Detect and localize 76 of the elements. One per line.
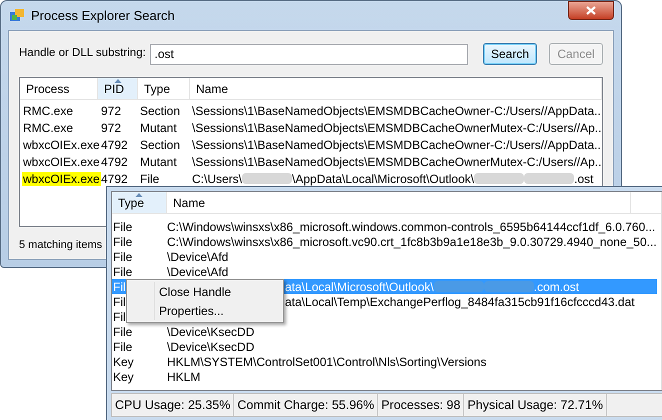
sort-arrow-icon xyxy=(114,79,121,83)
name-text: .ost xyxy=(574,170,594,188)
name-text: \Device\Afd xyxy=(167,248,228,266)
result-row[interactable]: wbxcOIEx.exe4792 Mutant \Sessions\1\BaseNamedObjects\EMSMDBCacheOwnerMutex-C:/Users//Ap... xyxy=(20,153,602,170)
process-name: RMC.exe xyxy=(22,120,74,134)
status-pane: CPU Usage: 25.35% xyxy=(112,394,234,416)
name-text: \Sessions\1\BaseNamedObjects\EMSMDBCacheOwner-C:/Users/ xyxy=(192,102,544,120)
name-text: /AppData... xyxy=(544,136,602,154)
name-text: \AppData\Local\Microsoft\Outlook\ xyxy=(292,170,474,188)
type-cell-text: Fil xyxy=(112,294,127,310)
column-header[interactable]: Name xyxy=(190,78,602,99)
blurred-block xyxy=(434,281,484,292)
column-header[interactable]: Name xyxy=(167,192,631,213)
process-name: wbxcOIEx.exe xyxy=(22,138,101,152)
status-pane: Physical Usage: 72.71% xyxy=(464,394,607,416)
process-name: wbxcOIEx.exe xyxy=(22,154,101,168)
name-text: \Device\Afd xyxy=(167,264,228,280)
process-name: RMC.exe xyxy=(22,104,74,118)
type-cell-text: File xyxy=(112,324,134,340)
name-text: ata\Local\Microsoft\Outlook\ xyxy=(285,278,434,296)
result-row[interactable]: wbxcOIEx.exe4792 Section \Sessions\1\BaseNamedObjects\EMSMDBCacheOwner-C:/Users//AppData... xyxy=(20,136,602,153)
name-text: \Sessions\1\BaseNamedObjects\EMSMDBCacheOwnerMutex-C:/Users/ xyxy=(192,154,577,170)
status-pane: Commit Charge: 55.96% xyxy=(234,394,378,416)
close-icon xyxy=(586,6,596,15)
sort-arrow-icon xyxy=(136,193,142,197)
search-button[interactable]: Search xyxy=(483,43,537,65)
column-header[interactable]: Type xyxy=(138,78,190,99)
type-cell-text: Mutant xyxy=(139,120,178,136)
status-pane: Processes: 98 xyxy=(378,394,464,416)
blurred-block xyxy=(474,173,524,184)
menu-item[interactable]: Properties... xyxy=(155,301,283,320)
result-row[interactable]: wbxcOIEx.exe4792 File C:\Users\ \AppData\Local\Microsoft\Outlook\ .ost xyxy=(20,170,602,187)
pid-cell-text: 4792 xyxy=(100,170,129,188)
type-cell-text: Section xyxy=(139,102,182,120)
name-text: C:\Windows\winsxs\x86_microsoft.vc90.crt_1fc8b3b9a1e18e3b_9.0.30729.4940_none_50... xyxy=(167,234,657,250)
status-text: 5 matching items xyxy=(19,238,102,252)
pid-cell-text: 972 xyxy=(100,102,122,120)
result-row[interactable]: RMC.exe 972 Section \Sessions\1\BaseNamedObjects\EMSMDBCacheOwner-C:/Users//AppData... xyxy=(20,102,602,119)
type-cell-text: File xyxy=(112,218,134,236)
name-text: /Ap... xyxy=(576,154,602,170)
column-header[interactable]: Type xyxy=(112,192,167,213)
type-cell-text: File xyxy=(112,234,134,250)
type-cell-text: Mutant xyxy=(139,154,178,170)
type-cell-text: File xyxy=(112,248,134,266)
type-cell-text: Section xyxy=(139,136,182,154)
name-text: /AppData... xyxy=(544,102,602,120)
blurred-block xyxy=(524,173,574,184)
window-title: Process Explorer Search xyxy=(31,6,175,25)
name-text: \Sessions\1\BaseNamedObjects\EMSMDBCacheOwner-C:/Users/ xyxy=(192,136,544,154)
type-cell-text: File xyxy=(139,170,160,188)
name-text: HKLM\SYSTEM\ControlSet001\Control\Nls\Sorting\Versions xyxy=(167,354,486,370)
type-cell-text: Key xyxy=(112,368,135,386)
name-text: /Ap... xyxy=(576,120,602,136)
result-row[interactable]: RMC.exe 972 Mutant \Sessions\1\BaseNamedObjects\EMSMDBCacheOwnerMutex-C:/Users//Ap... xyxy=(20,119,602,136)
type-cell-text: Key xyxy=(112,354,135,370)
substring-field[interactable]: .ost xyxy=(150,44,468,64)
pid-cell-text: 4792 xyxy=(100,154,129,170)
blurred-block xyxy=(484,281,534,292)
field-label: Handle or DLL substring: xyxy=(19,46,147,62)
pid-cell-text: 4792 xyxy=(100,136,129,154)
name-text: \Sessions\1\BaseNamedObjects\EMSMDBCacheOwnerMutex-C:/Users/ xyxy=(192,120,577,136)
name-text: \Device\KsecDD xyxy=(167,324,254,340)
type-cell-text: File xyxy=(112,338,134,356)
name-text: .com.ost xyxy=(534,278,580,296)
app-icon xyxy=(9,8,25,24)
name-text: C:\Users\ xyxy=(192,170,242,188)
name-text: C:\Windows\winsxs\x86_microsoft.windows.common-controls_6595b64144ccf1df_6.0.760... xyxy=(167,218,656,236)
name-text: ata\Local\Temp\ExchangePerflog_8484fa315cb91f16cfcccd43.dat xyxy=(285,294,635,310)
blurred-block xyxy=(242,173,292,184)
process-name: wbxcOIEx.exe xyxy=(22,172,101,186)
pid-cell-text: 972 xyxy=(100,120,122,136)
name-text: \Device\KsecDD xyxy=(167,338,254,356)
column-header[interactable]: PID xyxy=(98,78,138,99)
type-cell-text: File xyxy=(112,264,134,280)
name-text: HKLM xyxy=(167,368,200,386)
close-button[interactable] xyxy=(568,1,614,20)
